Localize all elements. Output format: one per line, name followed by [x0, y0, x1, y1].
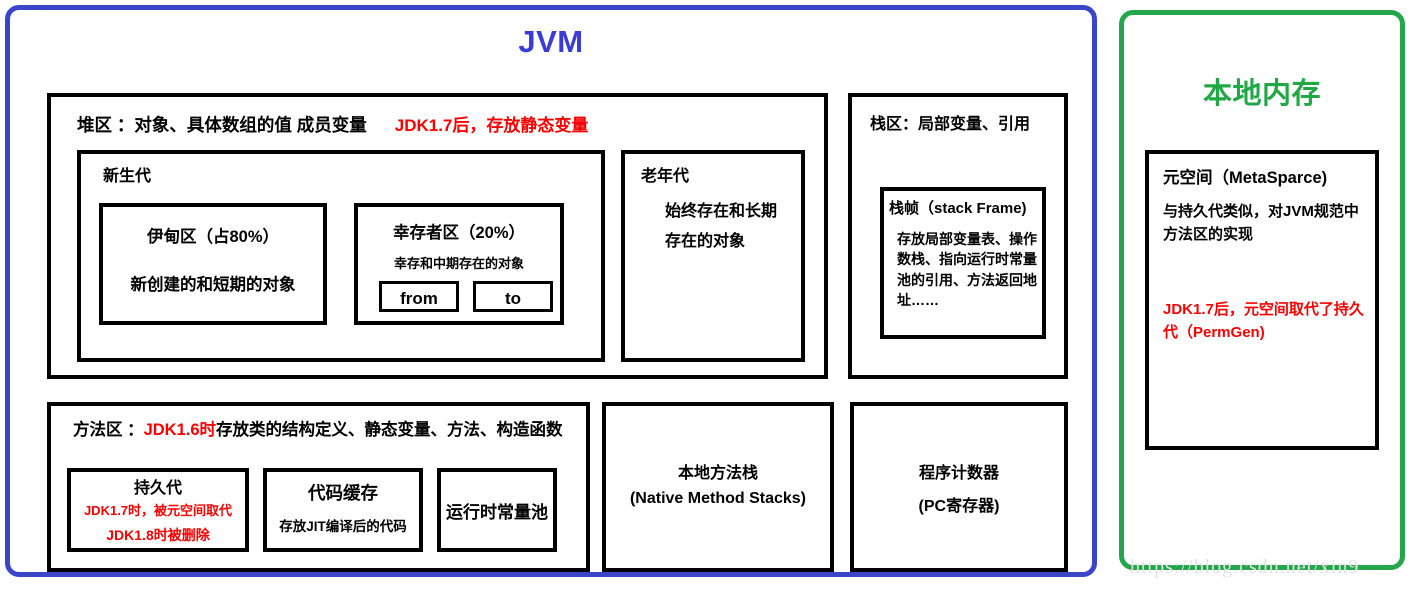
- old-generation-box: 老年代 始终存在和长期 存在的对象: [621, 150, 805, 362]
- metaspace-note: JDK1.7后，元空间取代了持久代（PermGen): [1163, 301, 1364, 342]
- heap-header-red: JDK1.7后，存放静态变量: [394, 116, 589, 135]
- program-counter-line-1: 程序计数器: [918, 465, 999, 482]
- method-area-header-red: JDK1.6时: [143, 421, 217, 439]
- stack-frame-body: 存放局部变量表、操作数栈、指向运行时常量池的引用、方法返回地址……: [897, 231, 1037, 308]
- program-counter-line-2: (PC寄存器): [918, 498, 1000, 515]
- jvm-panel: JVM 堆区 ：对象、具体数组的值 成员变量 JDK1.7后，存放静态变量 新生代…: [5, 5, 1097, 577]
- heap-region-box: 堆区 ：对象、具体数组的值 成员变量 JDK1.7后，存放静态变量 新生代 伊甸区…: [47, 93, 828, 379]
- survivor-space-subtitle: 幸存和中期存在的对象: [393, 256, 524, 271]
- metaspace-title: 元空间（MetaSparce): [1163, 169, 1328, 187]
- eden-space-title: 伊甸区（占80%）: [146, 228, 280, 246]
- survivor-from-label: from: [400, 289, 438, 308]
- metaspace-box: 元空间（MetaSparce) 与持久代类似，对JVM规范中方法区的实现 JDK…: [1145, 150, 1379, 450]
- permgen-box: 持久代 JDK1.7时，被元空间取代 JDK1.8时被删除: [67, 468, 249, 552]
- method-area-box: 方法区 ：JDK1.6时存放类的结构定义、静态变量、方法、构造函数 持久代 JD…: [47, 402, 590, 572]
- native-method-stacks-line-2: (Native Method Stacks): [629, 490, 807, 507]
- watermark: https://blog.csdn.net/xin9: [1130, 556, 1360, 578]
- program-counter-box: 程序计数器 (PC寄存器): [850, 402, 1068, 572]
- method-area-header: 方法区 ：JDK1.6时存放类的结构定义、静态变量、方法、构造函数: [73, 420, 563, 442]
- old-generation-label: 老年代: [641, 168, 690, 185]
- code-cache-box: 代码缓存 存放JIT编译后的代码: [263, 468, 423, 552]
- code-cache-subtitle: 存放JIT编译后的代码: [279, 519, 407, 534]
- eden-space-subtitle: 新创建的和短期的对象: [130, 276, 296, 294]
- native-memory-panel: 本地内存 元空间（MetaSparce) 与持久代类似，对JVM规范中方法区的实…: [1119, 10, 1405, 570]
- method-area-header-suffix: 存放类的结构定义、静态变量、方法、构造函数: [216, 421, 563, 439]
- old-generation-line-1: 始终存在和长期: [665, 203, 778, 220]
- stack-region-header: 栈区：局部变量、引用: [870, 116, 1031, 133]
- survivor-to-label: to: [504, 289, 522, 308]
- survivor-space-box: 幸存者区（20%） 幸存和中期存在的对象 from to: [354, 203, 564, 325]
- heap-header: 堆区 ：对象、具体数组的值 成员变量 JDK1.7后，存放静态变量: [77, 114, 588, 137]
- diagram-canvas: JVM 堆区 ：对象、具体数组的值 成员变量 JDK1.7后，存放静态变量 新生代…: [0, 0, 1413, 595]
- survivor-space-title: 幸存者区（20%）: [392, 224, 526, 242]
- old-generation-line-2: 存在的对象: [665, 233, 746, 250]
- runtime-constant-pool-title: 运行时常量池: [446, 503, 548, 522]
- survivor-to-box: to: [473, 281, 553, 312]
- survivor-from-box: from: [379, 281, 459, 312]
- young-generation-box: 新生代 伊甸区（占80%） 新创建的和短期的对象 幸存者区（20%） 幸存和中期…: [77, 150, 605, 362]
- heap-header-black: 堆区 ：对象、具体数组的值 成员变量: [77, 115, 367, 135]
- method-area-header-prefix: 方法区 ：: [73, 421, 144, 439]
- eden-space-box: 伊甸区（占80%） 新创建的和短期的对象: [99, 203, 327, 325]
- jvm-panel-title: JVM: [518, 24, 584, 59]
- permgen-note-2: JDK1.8时被删除: [106, 527, 210, 543]
- native-method-stacks-line-1: 本地方法栈: [677, 465, 758, 482]
- stack-frame-box: 栈帧（stack Frame) 存放局部变量表、操作数栈、指向运行时常量池的引用…: [880, 187, 1046, 339]
- native-method-stacks-box: 本地方法栈 (Native Method Stacks): [602, 402, 834, 572]
- young-generation-label: 新生代: [103, 168, 152, 185]
- metaspace-body: 与持久代类似，对JVM规范中方法区的实现: [1163, 203, 1359, 244]
- permgen-note-1: JDK1.7时，被元空间取代: [83, 503, 233, 518]
- native-memory-panel-title: 本地内存: [1202, 78, 1321, 110]
- stack-region-box: 栈区：局部变量、引用 栈帧（stack Frame) 存放局部变量表、操作数栈、…: [848, 93, 1068, 379]
- stack-frame-title: 栈帧（stack Frame): [889, 200, 1027, 217]
- code-cache-title: 代码缓存: [308, 483, 378, 503]
- permgen-title: 持久代: [133, 480, 182, 497]
- runtime-constant-pool-box: 运行时常量池: [437, 468, 557, 552]
